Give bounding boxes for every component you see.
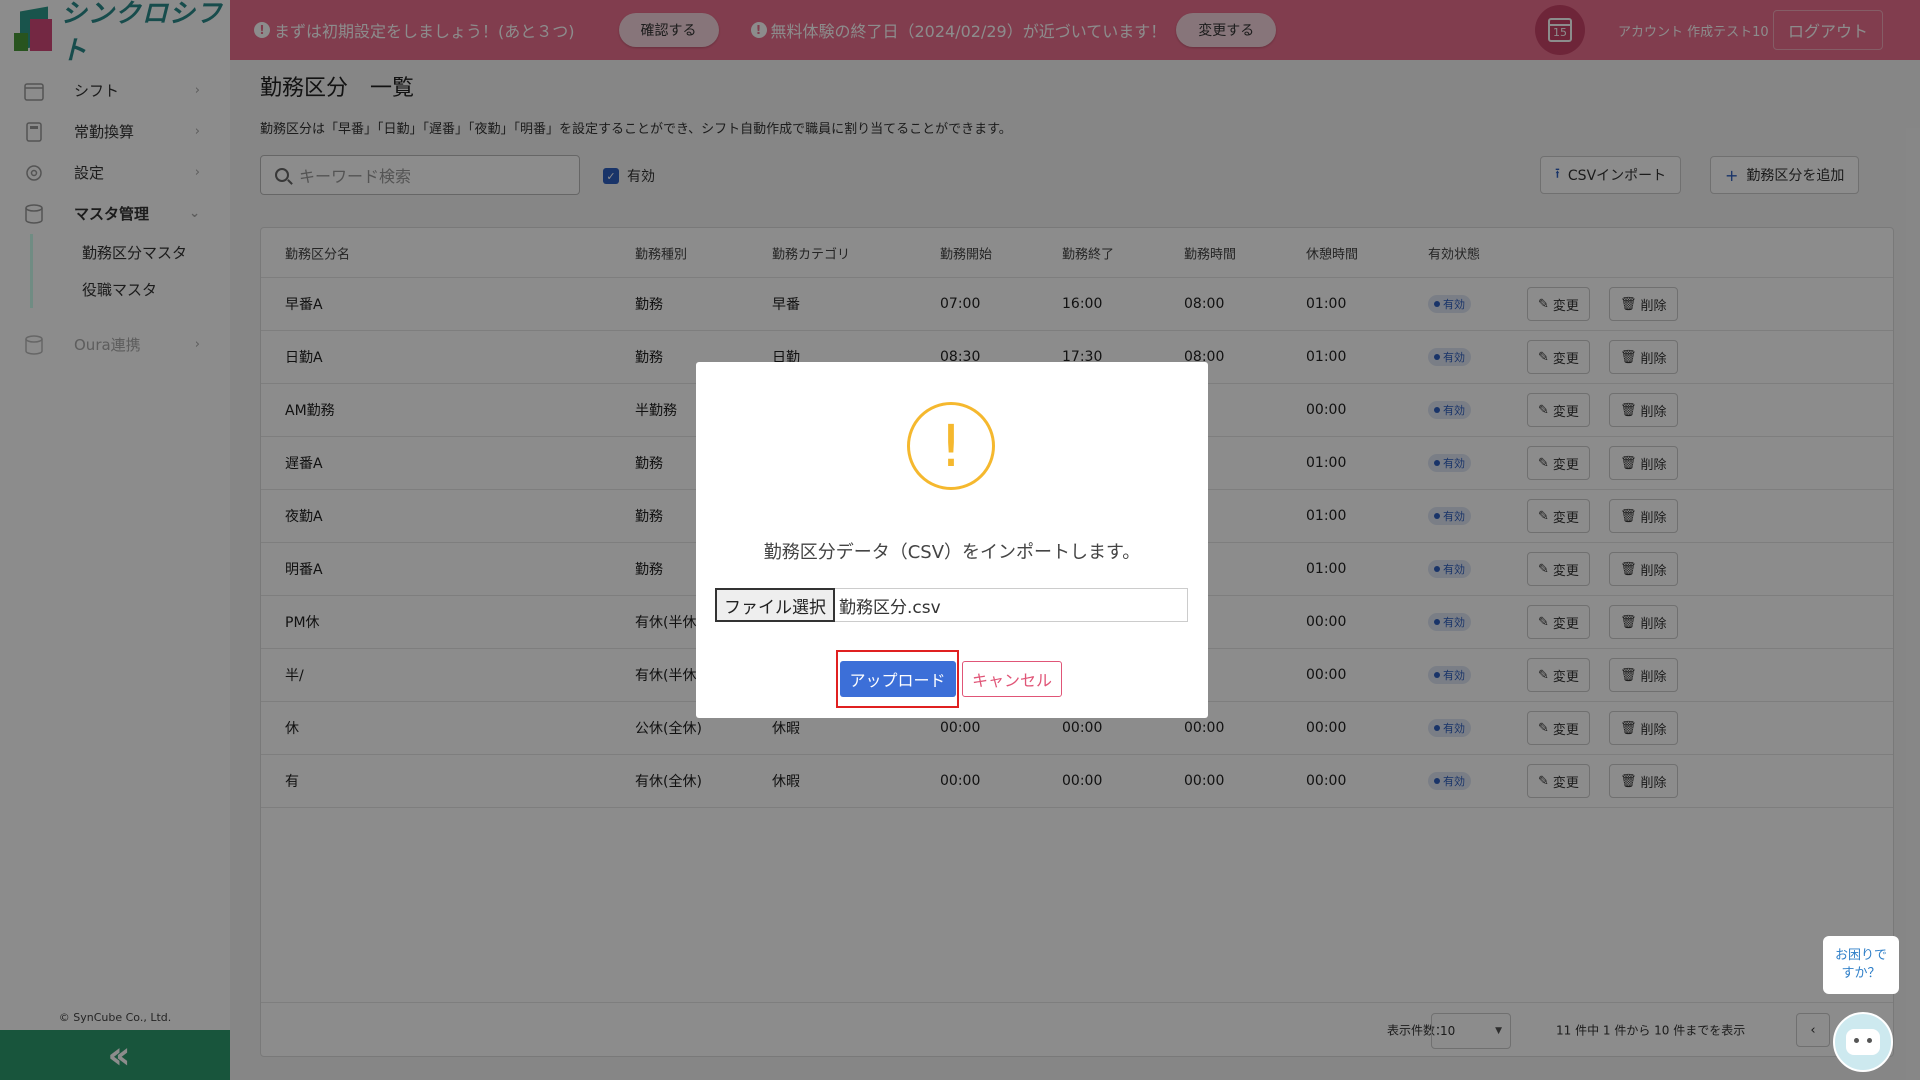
robot-icon bbox=[1846, 1029, 1880, 1055]
upload-highlight: アップロード bbox=[836, 650, 959, 708]
selected-file-name: 勤務区分.csv bbox=[839, 597, 941, 618]
help-text-line2: すか？ bbox=[1841, 966, 1881, 981]
upload-button[interactable]: アップロード bbox=[839, 661, 956, 697]
help-text-line1: お困りで bbox=[1834, 947, 1887, 963]
choose-file-button[interactable]: ファイル選択 bbox=[715, 588, 835, 622]
file-input[interactable]: ファイル選択 勤務区分.csv bbox=[715, 588, 1188, 622]
exclamation-icon: ! bbox=[907, 402, 995, 490]
help-bubble[interactable]: お困りですか？ bbox=[1823, 936, 1899, 994]
help-chatbot-button[interactable] bbox=[1833, 1012, 1893, 1072]
csv-import-dialog: ! 勤務区分データ（CSV）をインポートします。 ファイル選択 勤務区分.csv… bbox=[696, 362, 1208, 718]
dialog-message: 勤務区分データ（CSV）をインポートします。 bbox=[763, 542, 1141, 563]
cancel-button[interactable]: キャンセル bbox=[962, 661, 1062, 697]
